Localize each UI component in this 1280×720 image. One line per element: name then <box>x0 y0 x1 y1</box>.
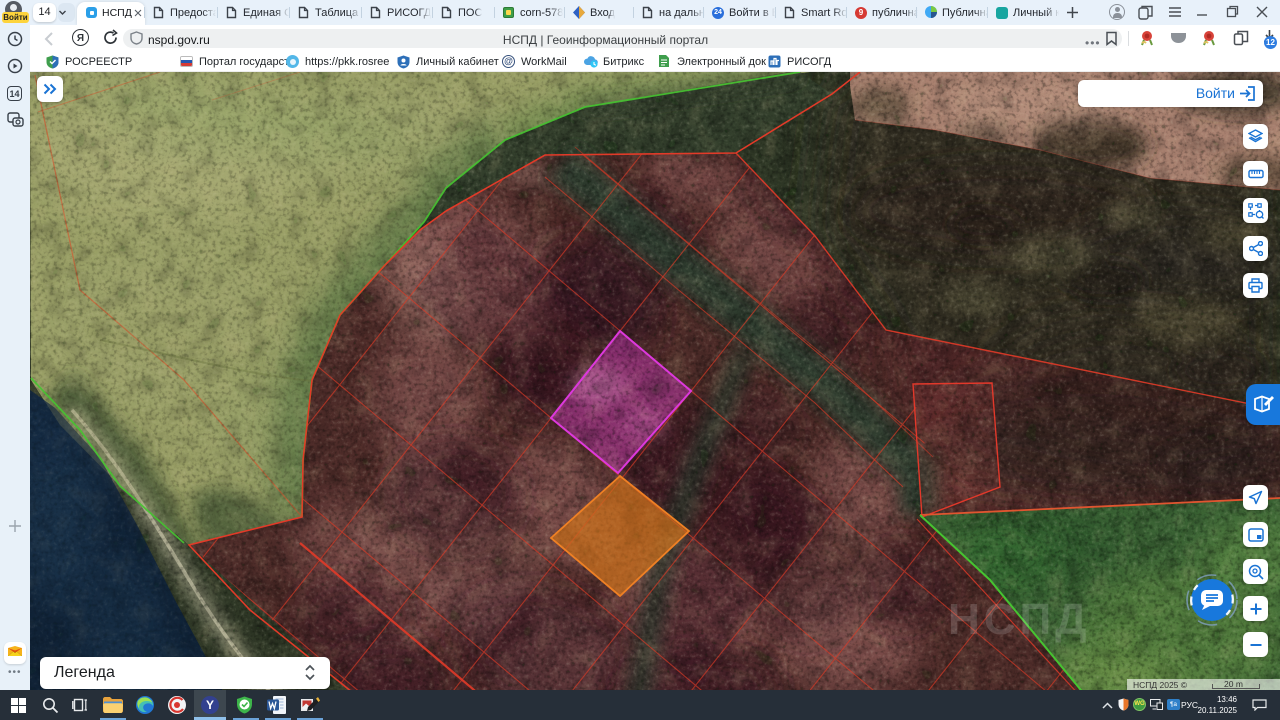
svg-text:НСПД: НСПД <box>948 595 1091 644</box>
